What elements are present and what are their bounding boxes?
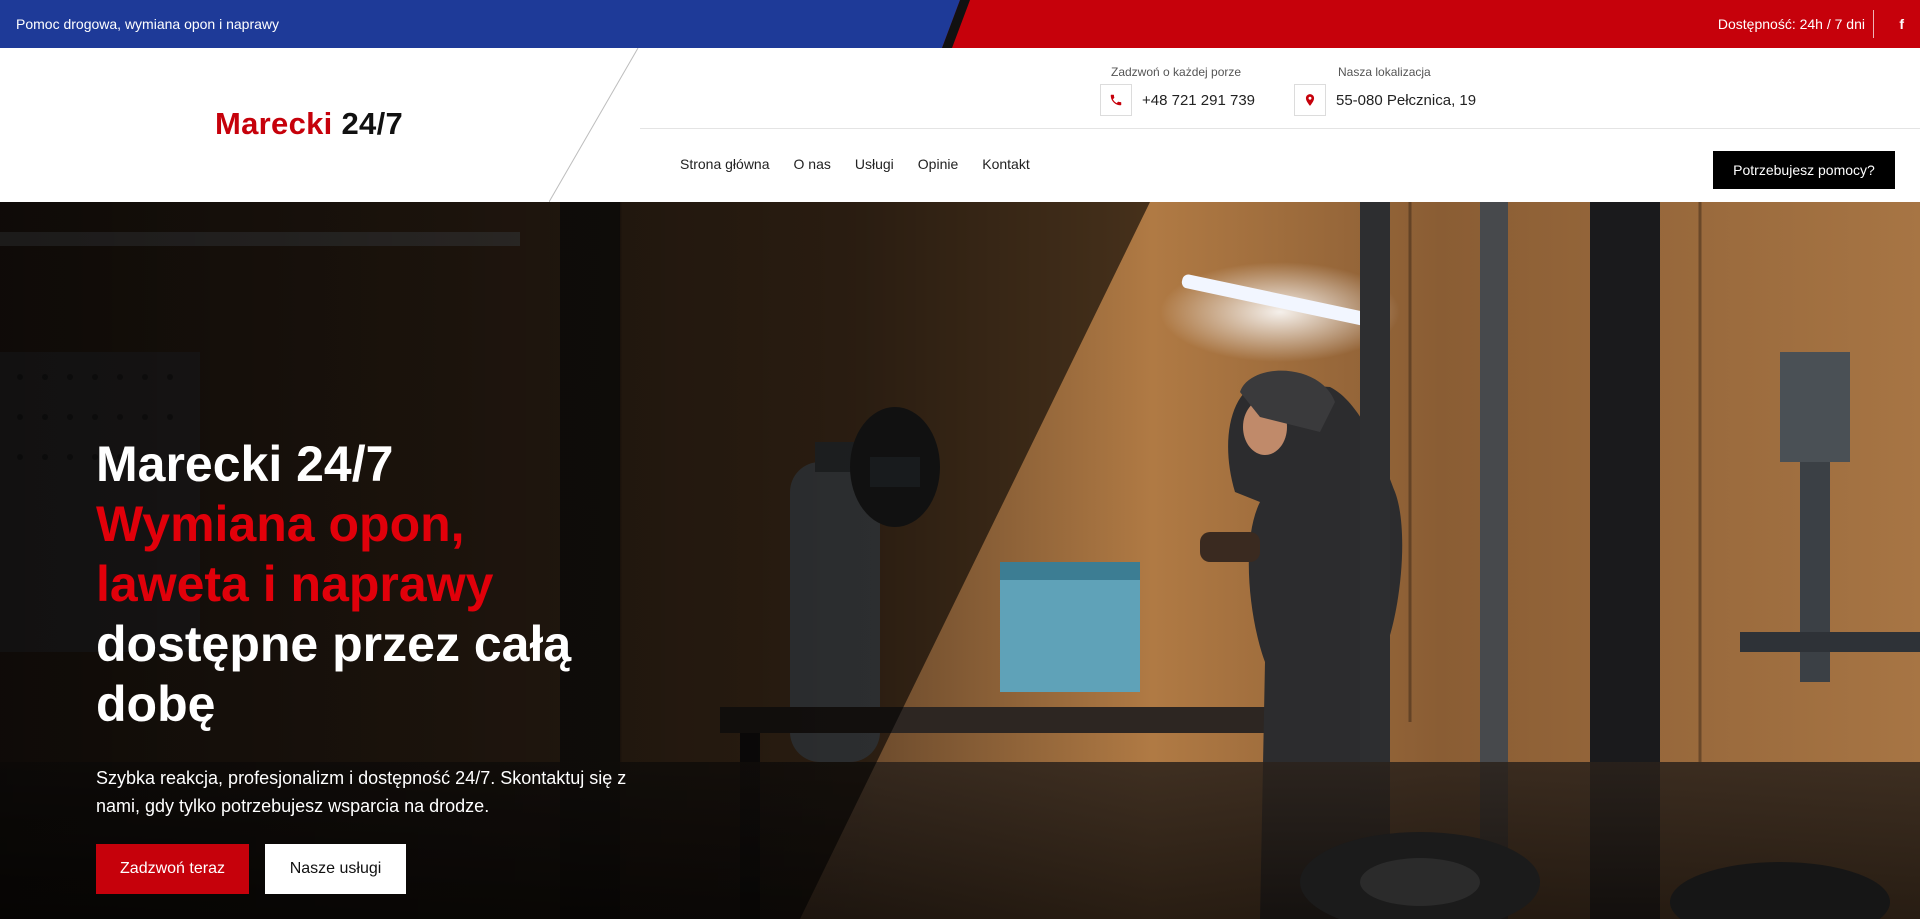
call-now-button[interactable]: Zadzwoń teraz [96,844,249,894]
nav-item-about[interactable]: O nas [794,156,831,172]
hero-title-line: laweta i naprawy [96,556,494,612]
site-header: Marecki 24/7 Zadzwoń o każdej porze +48 … [0,48,1920,202]
phone-caption: Zadzwoń o każdej porze [1111,65,1242,79]
header-horizontal-divider [640,128,1920,129]
location-address: 55-080 Pełcznica, 19 [1336,91,1477,109]
hero-title: Marecki 24/7 Wymiana opon, laweta i napr… [96,434,696,734]
nav-item-home[interactable]: Strona główna [680,156,770,172]
location-contact: Nasza lokalizacja 55-080 Pełcznica, 19 [1294,64,1476,116]
logo[interactable]: Marecki 24/7 [215,106,403,142]
nav-item-services[interactable]: Usługi [855,156,894,172]
facebook-icon[interactable]: f [1899,0,1904,48]
logo-suffix: 24/7 [341,106,404,141]
our-services-button[interactable]: Nasze usługi [265,844,406,894]
hero-section: Marecki 24/7 Wymiana opon, laweta i napr… [0,202,1920,919]
header-diagonal-divider [549,48,639,202]
top-bar-separator [1873,10,1874,38]
hero-title-line: dostępne przez całą [96,616,572,672]
hero-title-line: Wymiana opon, [96,496,465,552]
hero-description: Szybka reakcja, profesjonalizm i dostępn… [96,768,627,816]
map-pin-icon [1294,84,1326,116]
main-nav: Strona główna O nas Usługi Opinie Kontak… [680,156,1030,172]
phone-contact: Zadzwoń o każdej porze +48 721 291 739 [1100,64,1255,116]
nav-item-reviews[interactable]: Opinie [918,156,958,172]
nav-item-contact[interactable]: Kontakt [982,156,1029,172]
availability-text: Dostępność: 24h / 7 dni [1717,16,1865,32]
top-bar: Pomoc drogowa, wymiana opon i naprawy Do… [0,0,1920,48]
hero-title-line: Marecki 24/7 [96,436,394,492]
hero-content: Marecki 24/7 Wymiana opon, laweta i napr… [96,434,696,820]
logo-name: Marecki [215,106,333,141]
phone-number[interactable]: +48 721 291 739 [1142,92,1255,109]
need-help-button[interactable]: Potrzebujesz pomocy? [1713,151,1895,189]
hero-title-line: dobę [96,676,216,732]
hero-buttons: Zadzwoń teraz Nasze usługi [96,844,406,894]
phone-icon [1100,84,1132,116]
location-caption: Nasza lokalizacja [1338,65,1431,79]
top-bar-tagline: Pomoc drogowa, wymiana opon i naprawy [16,16,280,32]
